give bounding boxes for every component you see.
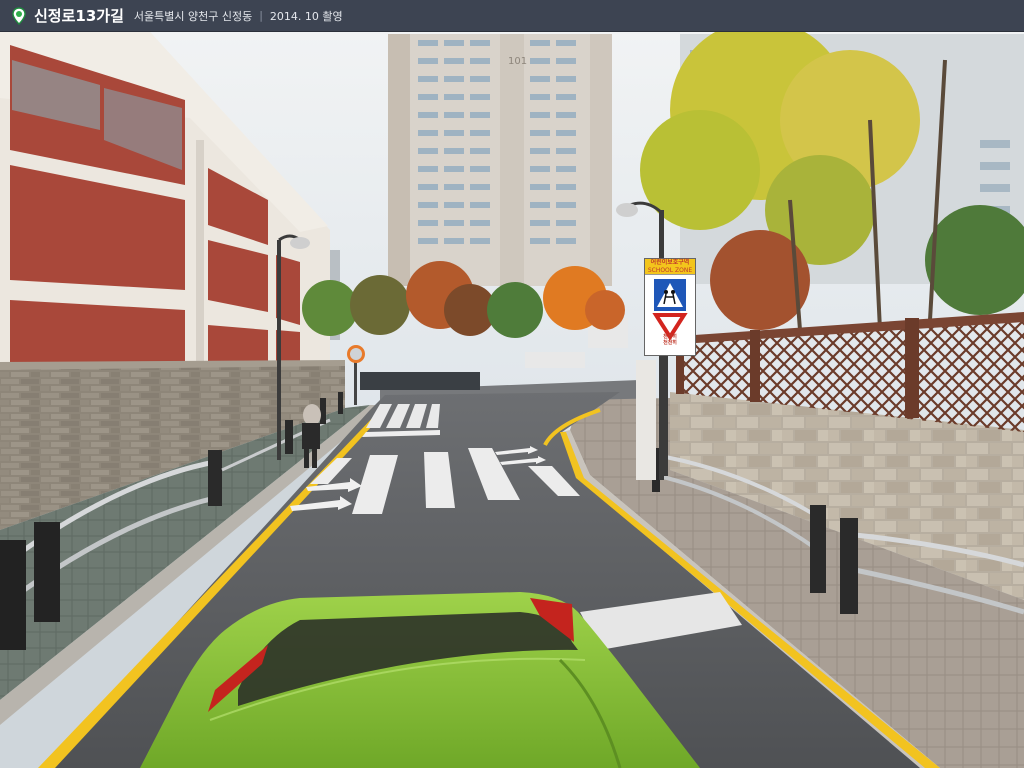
street-view-panorama[interactable]: 101 — [0, 32, 1024, 768]
building-number-101: 101 — [508, 56, 527, 67]
location-pin-icon — [12, 6, 26, 25]
far-gate — [525, 352, 585, 368]
slow-down-subtext: 천천히 천천히 — [663, 334, 677, 346]
far-gate — [360, 372, 480, 390]
address-text: 서울특별시 양천구 신정동 — [133, 9, 253, 23]
school-zone-sign-line2: SCHOOL ZONE — [645, 267, 695, 275]
utility-post — [636, 360, 656, 480]
header-separator: | — [259, 9, 263, 22]
school-zone-sign-line1: 어린이보호구역 — [645, 259, 695, 267]
school-zone-sign: 어린이보호구역 SCHOOL ZONE 천천히 천천히 — [644, 258, 696, 356]
street-name-title: 신정로13가길 — [34, 7, 124, 25]
capture-date-text: 2014. 10 촬영 — [269, 9, 343, 23]
apartment-tower-center: 101 — [388, 34, 612, 286]
sign-post — [664, 356, 668, 476]
location-header-bar: 신정로13가길 서울특별시 양천구 신정동 | 2014. 10 촬영 — [0, 0, 1024, 32]
